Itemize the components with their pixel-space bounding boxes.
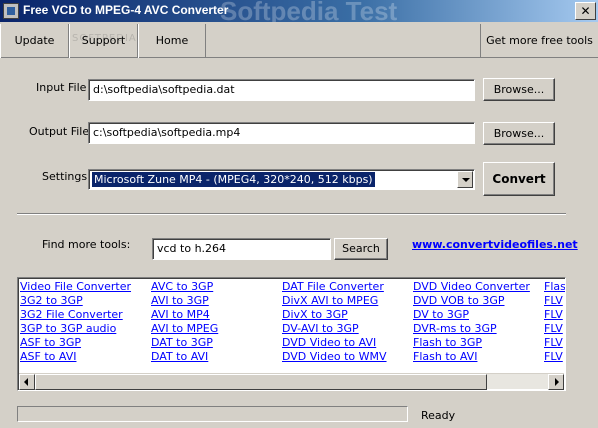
title-watermark: Softpedia Test [220,0,398,22]
progress-bar [17,406,408,422]
link-column: DVD Video Converter DVD VOB to 3GP DV to… [413,280,530,364]
input-file-label: Input File [36,81,87,94]
list-item[interactable]: DAT to AVI [151,350,218,364]
list-item[interactable]: DAT File Converter [282,280,387,294]
list-item[interactable]: FLV [544,336,565,350]
output-file-label: Output File [29,125,90,138]
close-icon[interactable]: ✕ [575,2,596,20]
tools-link-list: Video File Converter 3G2 to 3GP 3G2 File… [17,277,566,391]
list-item[interactable]: DVD Video to WMV [282,350,387,364]
list-item[interactable]: ASF to AVI [20,350,131,364]
list-item[interactable]: DAT to 3GP [151,336,218,350]
app-icon [3,3,19,19]
list-item[interactable]: AVI to MPEG [151,322,218,336]
settings-label: Settings [42,170,88,183]
horizontal-scrollbar[interactable] [19,373,564,390]
status-text: Ready [421,409,456,422]
input-file-field[interactable]: d:\softpedia\softpedia.dat [88,79,475,101]
list-item[interactable]: AVC to 3GP [151,280,218,294]
search-input[interactable]: vcd to h.264 [152,238,331,260]
separator [17,213,566,215]
list-item[interactable]: Video File Converter [20,280,131,294]
scroll-left-icon[interactable] [19,374,35,390]
list-item[interactable]: AVI to 3GP [151,294,218,308]
input-browse-button[interactable]: Browse... [483,78,555,101]
settings-selected-value: Microsoft Zune MP4 - (MPEG4, 320*240, 51… [91,171,376,188]
link-column: AVC to 3GP AVI to 3GP AVI to MP4 AVI to … [151,280,218,364]
scroll-right-icon[interactable] [548,374,564,390]
list-item[interactable]: 3G2 to 3GP [20,294,131,308]
list-item[interactable]: DivX AVI to MPEG [282,294,387,308]
support-button[interactable]: Support [69,24,138,58]
list-item[interactable]: 3G2 File Converter [20,308,131,322]
chevron-down-icon[interactable] [457,171,473,188]
title-bar: Softpedia Test Free VCD to MPEG-4 AVC Co… [0,0,598,22]
list-item[interactable]: FLV [544,294,565,308]
list-item[interactable]: 3GP to 3GP audio [20,322,131,336]
list-item[interactable]: ASF to 3GP [20,336,131,350]
list-item[interactable]: Flash to AVI [413,350,530,364]
list-item[interactable]: DV-AVI to 3GP [282,322,387,336]
list-item[interactable]: DVD Video to AVI [282,336,387,350]
list-item[interactable]: DivX to 3GP [282,308,387,322]
window-title: Free VCD to MPEG-4 AVC Converter [23,3,229,17]
list-item[interactable]: DVD Video Converter [413,280,530,294]
list-item[interactable]: DVR-ms to 3GP [413,322,530,336]
list-item[interactable]: Flash to 3GP [413,336,530,350]
output-file-field[interactable]: c:\softpedia\softpedia.mp4 [88,122,475,144]
home-button[interactable]: Home [138,24,206,58]
link-column: DAT File Converter DivX AVI to MPEG DivX… [282,280,387,364]
website-link[interactable]: www.convertvideofiles.net [412,238,578,251]
convert-button[interactable]: Convert [483,162,555,196]
toolbar: Update Support Home SOFTPEDIA Get more f… [0,22,598,58]
list-item[interactable]: DV to 3GP [413,308,530,322]
list-item[interactable]: FLV [544,308,565,322]
get-more-tools-button[interactable]: Get more free tools [480,24,598,58]
list-item[interactable]: FLV [544,322,565,336]
settings-select[interactable]: Microsoft Zune MP4 - (MPEG4, 320*240, 51… [88,169,475,190]
link-column: Video File Converter 3G2 to 3GP 3G2 File… [20,280,131,364]
list-item[interactable]: AVI to MP4 [151,308,218,322]
link-column: Flash FLV FLV FLV FLV FLV [544,280,565,364]
list-item[interactable]: Flash [544,280,565,294]
list-item[interactable]: DVD VOB to 3GP [413,294,530,308]
output-browse-button[interactable]: Browse... [483,122,555,145]
scrollbar-thumb[interactable] [35,374,487,390]
search-button[interactable]: Search [334,238,388,260]
list-item[interactable]: FLV [544,350,565,364]
find-tools-label: Find more tools: [42,238,131,251]
update-button[interactable]: Update [0,24,69,58]
